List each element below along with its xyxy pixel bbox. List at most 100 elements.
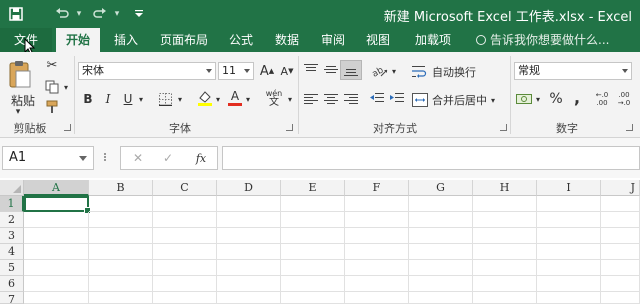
column-header[interactable]: F — [345, 180, 409, 196]
cell[interactable] — [473, 228, 537, 244]
cell[interactable] — [281, 276, 345, 292]
row-header[interactable]: 2 — [0, 212, 24, 228]
fill-color-icon[interactable] — [196, 88, 214, 108]
cell[interactable] — [153, 244, 217, 260]
cell[interactable] — [89, 212, 153, 228]
undo-dropdown-icon[interactable]: ▾ — [74, 0, 84, 28]
tab-review[interactable]: 审阅 — [312, 28, 354, 52]
copy-dropdown-icon[interactable]: ▾ — [62, 78, 70, 96]
cell[interactable] — [601, 228, 640, 244]
merge-center-button[interactable]: 合并后居中 ▾ — [412, 90, 502, 110]
column-header[interactable]: D — [217, 180, 281, 196]
cell[interactable] — [217, 212, 281, 228]
cell[interactable] — [89, 260, 153, 276]
italic-button[interactable]: I — [100, 90, 116, 108]
insert-function-icon[interactable]: fx — [191, 149, 211, 167]
cell[interactable] — [24, 212, 89, 228]
redo-icon[interactable] — [90, 0, 110, 28]
cell[interactable] — [24, 276, 89, 292]
cell[interactable] — [537, 196, 601, 212]
cell[interactable] — [537, 260, 601, 276]
redo-dropdown-icon[interactable]: ▾ — [112, 0, 122, 28]
cell[interactable] — [537, 212, 601, 228]
cell[interactable] — [281, 196, 345, 212]
cell[interactable] — [601, 292, 640, 304]
column-header[interactable]: I — [537, 180, 601, 196]
row-header[interactable]: 6 — [0, 276, 24, 292]
comma-button[interactable]: , — [570, 88, 584, 107]
currency-dropdown-icon[interactable]: ▾ — [534, 90, 542, 108]
decrease-indent-icon[interactable] — [368, 90, 386, 108]
cell[interactable] — [409, 228, 473, 244]
cell[interactable] — [345, 260, 409, 276]
cell[interactable] — [473, 212, 537, 228]
cell[interactable] — [217, 244, 281, 260]
cell[interactable] — [281, 244, 345, 260]
cell[interactable] — [473, 260, 537, 276]
cell[interactable] — [601, 196, 640, 212]
decrease-decimal-button[interactable]: .00 →.0 — [614, 90, 634, 108]
cell[interactable] — [217, 292, 281, 304]
underline-dropdown-icon[interactable]: ▾ — [137, 90, 145, 108]
cell[interactable] — [409, 196, 473, 212]
font-color-icon[interactable]: A — [226, 88, 244, 108]
cell[interactable] — [345, 244, 409, 260]
tab-addins[interactable]: 加载项 — [406, 28, 460, 52]
tab-home[interactable]: 开始 — [56, 28, 100, 52]
cell[interactable] — [409, 276, 473, 292]
cut-icon[interactable]: ✂ — [42, 56, 62, 74]
cell[interactable] — [153, 196, 217, 212]
cell[interactable] — [89, 244, 153, 260]
clipboard-launcher-icon[interactable] — [64, 124, 71, 131]
cell[interactable] — [153, 292, 217, 304]
shrink-font-icon[interactable]: A ▼ — [278, 62, 296, 80]
cell[interactable] — [601, 276, 640, 292]
merge-dropdown-icon[interactable]: ▾ — [491, 96, 495, 105]
phonetic-dropdown-icon[interactable]: ▾ — [286, 90, 294, 108]
underline-button[interactable]: U — [120, 90, 136, 108]
tab-insert[interactable]: 插入 — [104, 28, 148, 52]
number-launcher-icon[interactable] — [626, 124, 633, 131]
font-color-dropdown-icon[interactable]: ▾ — [244, 90, 252, 108]
cell[interactable] — [217, 196, 281, 212]
tell-me-box[interactable]: 告诉我你想要做什么... — [476, 28, 609, 52]
row-header[interactable]: 1 — [0, 196, 24, 212]
orientation-dropdown-icon[interactable]: ▾ — [390, 62, 398, 80]
cell[interactable] — [24, 228, 89, 244]
cell[interactable] — [537, 292, 601, 304]
alignment-launcher-icon[interactable] — [500, 124, 507, 131]
cell[interactable] — [409, 244, 473, 260]
cell[interactable] — [537, 276, 601, 292]
cell[interactable] — [409, 260, 473, 276]
cell[interactable] — [473, 276, 537, 292]
cell[interactable] — [473, 244, 537, 260]
row-header[interactable]: 3 — [0, 228, 24, 244]
cell[interactable] — [473, 196, 537, 212]
cell[interactable] — [281, 260, 345, 276]
cell[interactable] — [345, 228, 409, 244]
cell[interactable] — [217, 276, 281, 292]
select-all-button[interactable] — [0, 180, 24, 196]
cell[interactable] — [24, 244, 89, 260]
formula-input[interactable] — [222, 146, 640, 170]
bold-button[interactable]: B — [80, 90, 96, 108]
cell[interactable] — [281, 212, 345, 228]
cell[interactable] — [601, 212, 640, 228]
save-icon[interactable] — [6, 0, 26, 28]
copy-icon[interactable] — [42, 78, 62, 96]
tab-page-layout[interactable]: 页面布局 — [152, 28, 216, 52]
column-header[interactable]: E — [281, 180, 345, 196]
cell[interactable] — [153, 260, 217, 276]
cell[interactable] — [409, 292, 473, 304]
currency-icon[interactable] — [514, 90, 534, 108]
resize-handle-icon[interactable] — [104, 152, 108, 164]
column-header[interactable]: G — [409, 180, 473, 196]
column-header[interactable]: J — [601, 180, 640, 196]
cell[interactable] — [89, 228, 153, 244]
tab-data[interactable]: 数据 — [266, 28, 308, 52]
align-right-icon[interactable] — [344, 94, 358, 106]
cell[interactable] — [537, 244, 601, 260]
undo-icon[interactable] — [52, 0, 72, 28]
paste-button[interactable]: 粘贴 — [6, 92, 40, 108]
cell[interactable] — [24, 260, 89, 276]
